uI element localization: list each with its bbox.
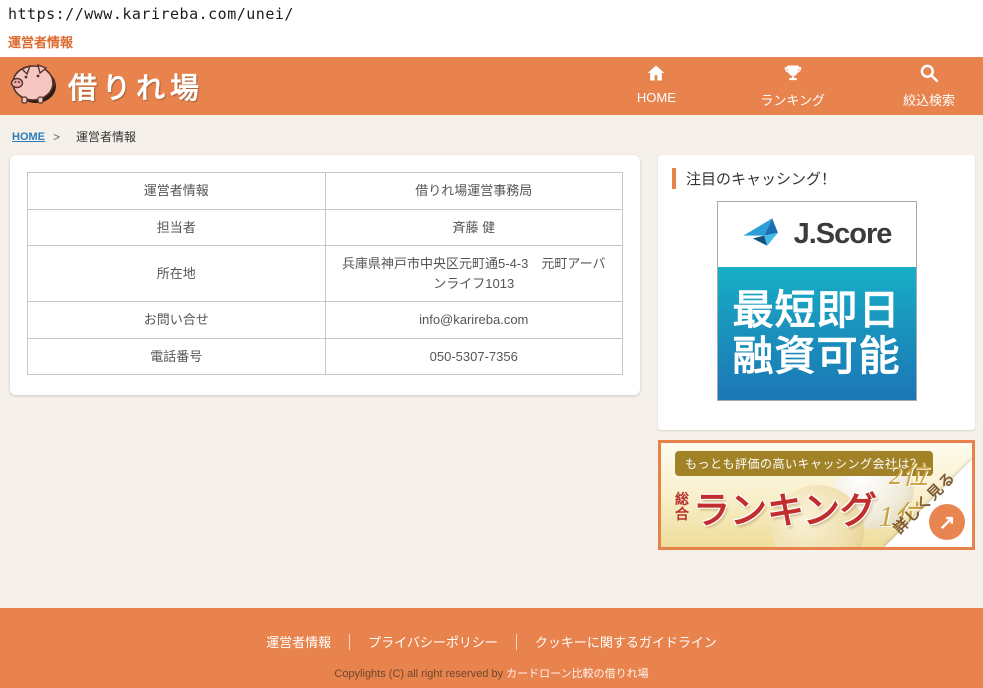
row-label: 担当者	[28, 209, 326, 246]
nav-item-search[interactable]: 絞込検索	[897, 63, 961, 109]
main-area: HOME > 運営者情報 運営者情報 借りれ場運営事務局 担当者 斉藤 健 所在…	[0, 115, 983, 608]
row-value: 050-5307-7356	[325, 338, 623, 375]
nav-item-home[interactable]: HOME	[624, 63, 688, 109]
row-label: お問い合せ	[28, 302, 326, 339]
copyright-line: Copylights (C) all right reserved by カード…	[334, 665, 648, 681]
ranking-title: ランキング	[693, 480, 877, 534]
site-logo[interactable]: 借りれ場	[8, 61, 204, 112]
row-value: info@karireba.com	[325, 302, 623, 339]
arrow-circle-icon[interactable]: ↗	[929, 504, 965, 540]
nav-label: ランキング	[760, 90, 825, 109]
table-row: 運営者情報 借りれ場運営事務局	[28, 173, 623, 210]
operator-info-table: 運営者情報 借りれ場運営事務局 担当者 斉藤 健 所在地 兵庫県神戸市中央区元町…	[27, 172, 623, 375]
site-footer: 運営者情報 プライバシーポリシー クッキーに関するガイドライン Copyligh…	[0, 608, 983, 688]
breadcrumb: HOME > 運営者情報	[0, 128, 983, 155]
table-row: 電話番号 050-5307-7356	[28, 338, 623, 375]
footer-link-cookie[interactable]: クッキーに関するガイドライン	[517, 632, 735, 651]
breadcrumb-separator: >	[53, 130, 60, 144]
table-row: 所在地 兵庫県神戸市中央区元町通5-4-3 元町アーバンライフ1013	[28, 246, 623, 302]
heading-accent-bar	[672, 168, 676, 189]
jscore-logo-area: J.Score	[718, 202, 916, 267]
sidebar-heading: 注目のキャッシング！	[672, 168, 961, 189]
operator-info-card: 運営者情報 借りれ場運営事務局 担当者 斉藤 健 所在地 兵庫県神戸市中央区元町…	[10, 155, 640, 395]
ranking-title-row: 総合 ランキング 1位	[675, 479, 922, 535]
jscore-message-area: 最短即日 融資可能	[718, 267, 916, 400]
top-unei-link[interactable]: 運営者情報	[8, 32, 73, 51]
row-value: 兵庫県神戸市中央区元町通5-4-3 元町アーバンライフ1013	[325, 246, 623, 302]
footer-links: 運営者情報 プライバシーポリシー クッキーに関するガイドライン	[248, 632, 735, 651]
ranking-prefix: 総合	[675, 492, 691, 521]
site-header: 借りれ場 HOME ランキング 絞込検索	[0, 57, 983, 115]
rank-2-label: 2位	[889, 455, 928, 492]
copyright-site-link[interactable]: カードローン比較の借りれ場	[506, 668, 648, 680]
table-row: お問い合せ info@karireba.com	[28, 302, 623, 339]
main-nav: HOME ランキング 絞込検索	[624, 63, 961, 109]
site-title: 借りれ場	[68, 65, 204, 107]
featured-cashing-box: 注目のキャッシング！ J.Score	[658, 155, 975, 430]
sidebar-heading-text: 注目のキャッシング！	[686, 168, 836, 189]
trophy-icon	[783, 63, 803, 88]
row-value: 借りれ場運営事務局	[325, 173, 623, 210]
nav-item-ranking[interactable]: ランキング	[760, 63, 825, 109]
nav-label: 絞込検索	[903, 90, 955, 109]
table-row: 担当者 斉藤 健	[28, 209, 623, 246]
jscore-line1: 最短即日	[733, 288, 901, 333]
jscore-line2: 融資可能	[733, 334, 901, 379]
footer-link-privacy[interactable]: プライバシーポリシー	[350, 632, 516, 651]
row-label: 電話番号	[28, 338, 326, 375]
page-url-text: https://www.karireba.com/unei/	[8, 5, 983, 23]
nav-label: HOME	[637, 90, 676, 105]
row-value: 斉藤 健	[325, 209, 623, 246]
search-icon	[919, 63, 939, 88]
breadcrumb-home-link[interactable]: HOME	[12, 131, 45, 143]
top-strip: https://www.karireba.com/unei/ 運営者情報	[0, 0, 983, 57]
sidebar: 注目のキャッシング！ J.Score	[658, 155, 975, 550]
jscore-paper-plane-icon	[742, 216, 788, 253]
pig-mascot-icon	[8, 61, 60, 112]
jscore-ad-banner[interactable]: J.Score 最短即日 融資可能	[717, 201, 917, 401]
home-icon	[646, 63, 666, 88]
breadcrumb-current: 運営者情報	[76, 128, 136, 145]
arrow-glyph: ↗	[939, 510, 956, 535]
ranking-ad-banner[interactable]: もっとも評価の高いキャッシング会社は？ 総合 ランキング 1位 2位 詳しく見る…	[658, 440, 975, 550]
row-label: 運営者情報	[28, 173, 326, 210]
jscore-brand-text: J.Score	[794, 218, 892, 251]
row-label: 所在地	[28, 246, 326, 302]
content-row: 運営者情報 借りれ場運営事務局 担当者 斉藤 健 所在地 兵庫県神戸市中央区元町…	[0, 155, 983, 550]
footer-link-unei[interactable]: 運営者情報	[248, 632, 349, 651]
copyright-text: Copylights (C) all right reserved by	[334, 668, 506, 680]
